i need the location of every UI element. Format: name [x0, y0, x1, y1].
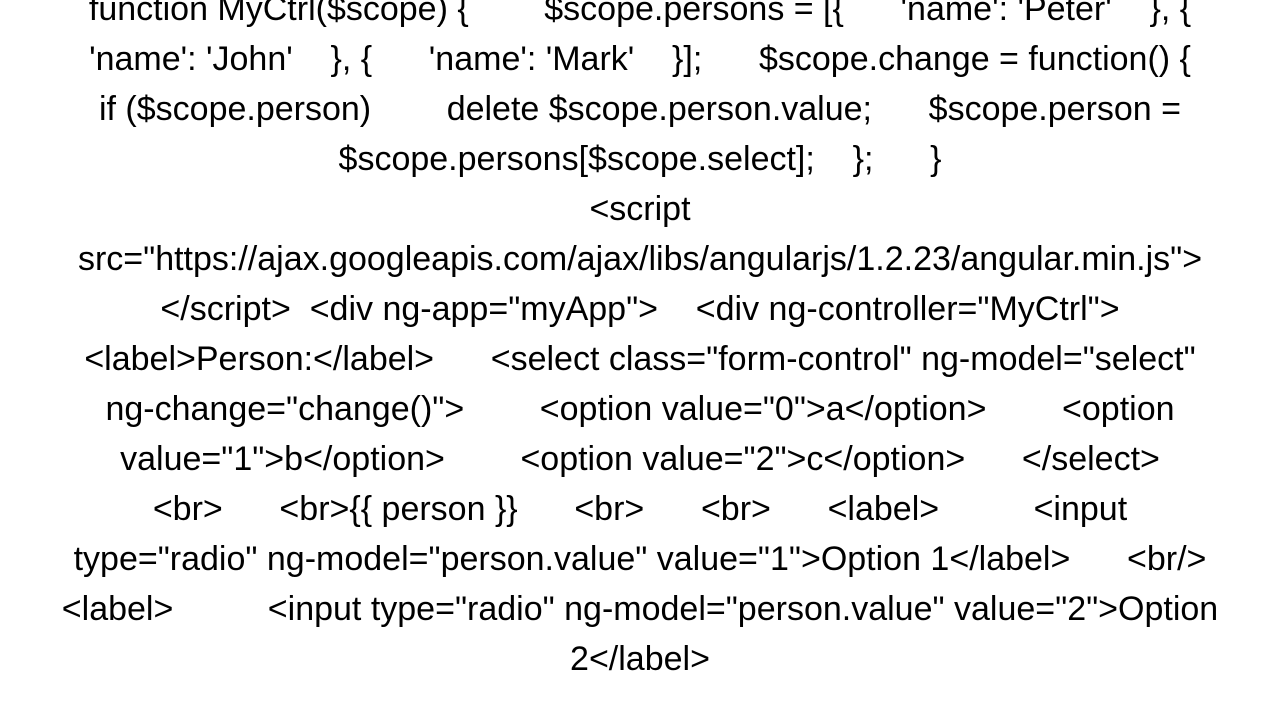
code-block: function MyCtrl($scope) { $scope.persons… [0, 0, 1280, 684]
